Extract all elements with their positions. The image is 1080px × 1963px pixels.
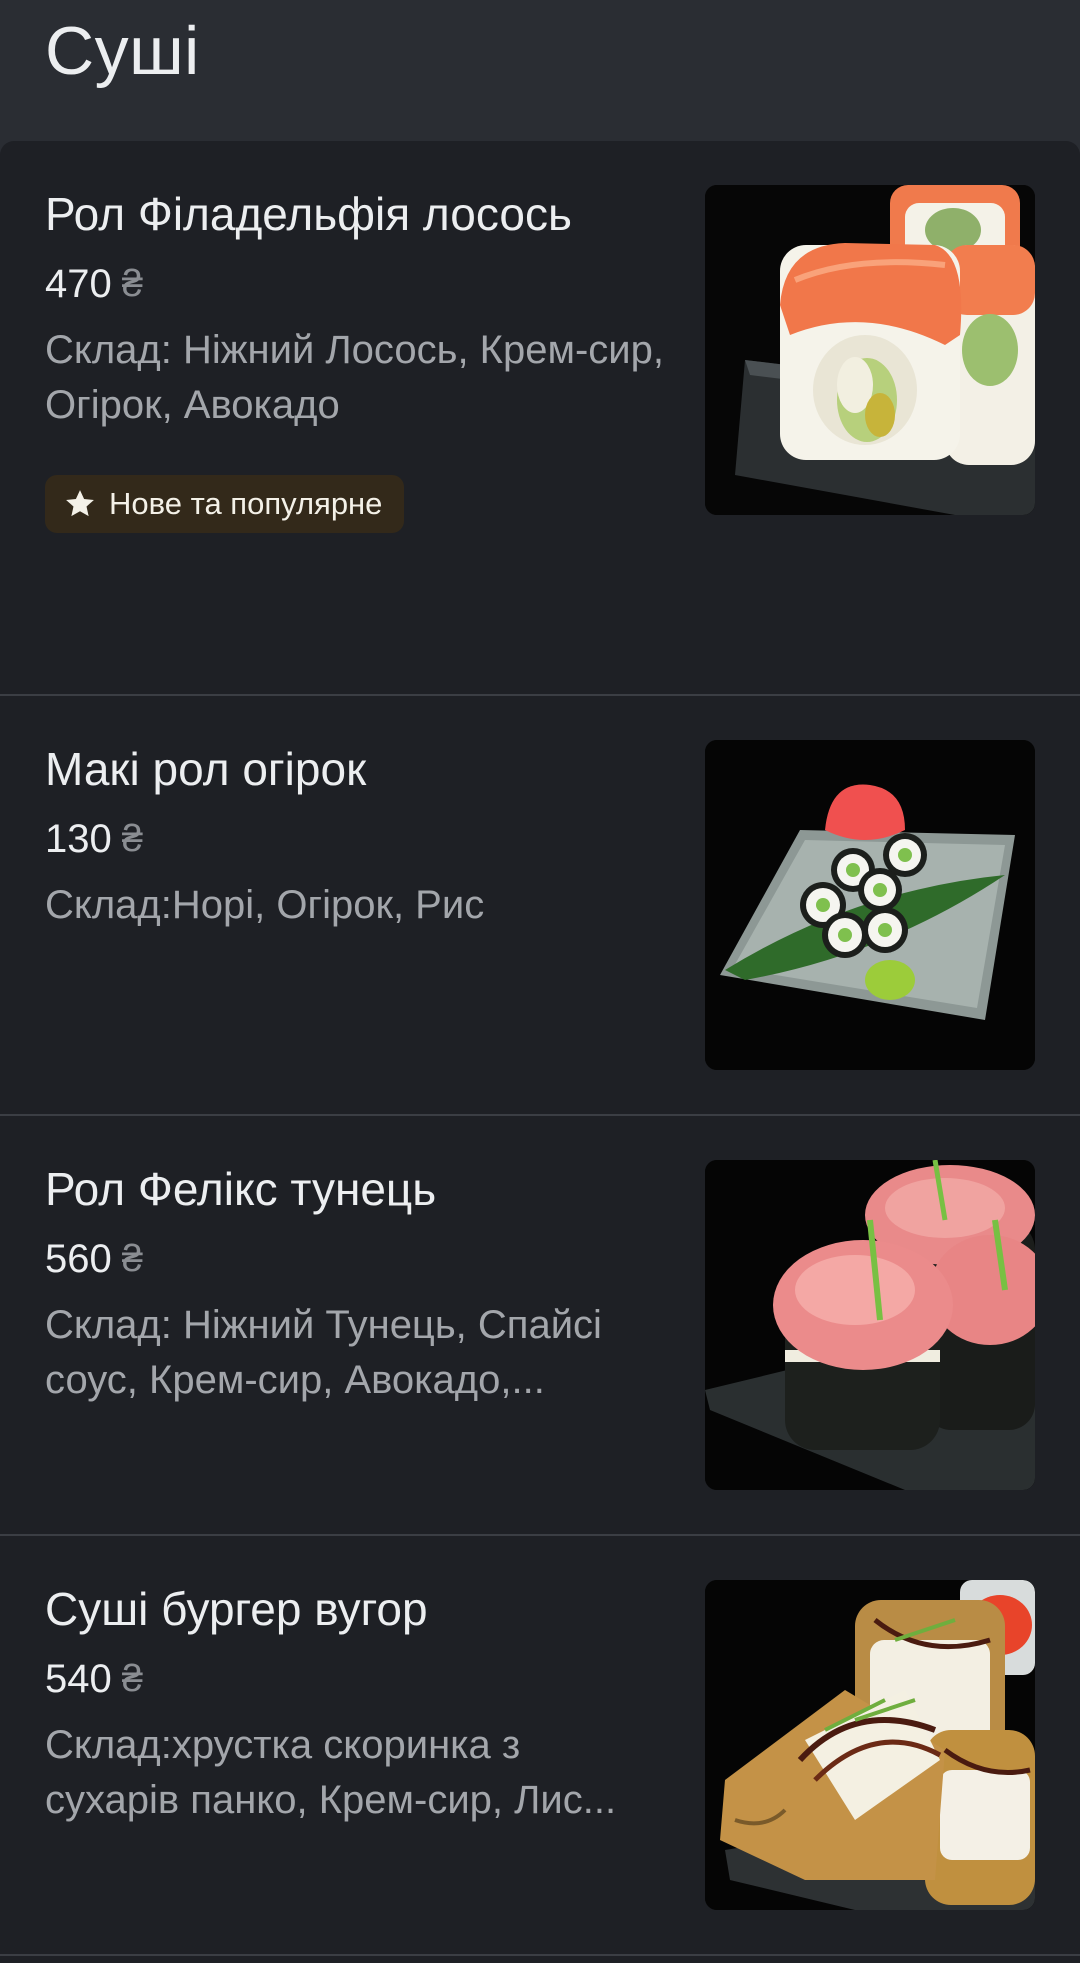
page-title: Суші <box>45 13 200 89</box>
currency-symbol: ₴ <box>121 1238 143 1280</box>
item-photo-sushi-burger <box>705 1580 1035 1910</box>
price-row: 540 ₴ <box>45 1648 665 1710</box>
menu-item-info: Суші бургер вугор 540 ₴ Склад:хрустка ск… <box>45 1576 665 1828</box>
item-description: Склад: Ніжний Лосось, Крем-сир, Огірок, … <box>45 328 664 427</box>
menu-item-maki-cucumber[interactable]: Макі рол огірок 130 ₴ Склад:Норі, Огірок… <box>0 696 1080 1116</box>
menu-item-sushi-burger-eel[interactable]: Суші бургер вугор 540 ₴ Склад:хрустка ск… <box>0 1536 1080 1956</box>
menu-item-list: Рол Філадельфія лосось 470 ₴ Склад: Ніжн… <box>0 141 1080 1963</box>
price-row: 470 ₴ <box>45 253 665 315</box>
item-description: Склад:хрустка скоринка з сухарів панко, … <box>45 1723 617 1822</box>
item-price: 540 <box>45 1657 112 1701</box>
item-name: Рол Філадельфія лосось <box>45 188 572 240</box>
currency-symbol: ₴ <box>121 818 143 860</box>
star-icon <box>66 490 94 517</box>
new-popular-badge: Нове та популярне <box>45 475 405 533</box>
menu-item-info: Рол Філадельфія лосось 470 ₴ Склад: Ніжн… <box>45 181 665 533</box>
item-price: 560 <box>45 1237 112 1281</box>
menu-item-info: Макі рол огірок 130 ₴ Склад:Норі, Огірок… <box>45 736 665 933</box>
item-photo-felix-tuna-roll <box>705 1160 1035 1490</box>
menu-item-felix-tuna[interactable]: Рол Фелікс тунець 560 ₴ Склад: Ніжний Ту… <box>0 1116 1080 1536</box>
menu-item-philadelphia-salmon[interactable]: Рол Філадельфія лосось 470 ₴ Склад: Ніжн… <box>0 141 1080 696</box>
item-name: Рол Фелікс тунець <box>45 1163 437 1215</box>
item-description: Склад: Ніжний Тунець, Спайсі соус, Крем-… <box>45 1303 602 1402</box>
item-name: Суші бургер вугор <box>45 1583 428 1635</box>
item-description: Склад:Норі, Огірок, Рис <box>45 883 485 927</box>
item-photo-philadelphia-roll <box>705 185 1035 515</box>
currency-symbol: ₴ <box>121 263 143 305</box>
item-price: 470 <box>45 262 112 306</box>
item-name: Макі рол огірок <box>45 743 367 795</box>
item-price: 130 <box>45 817 112 861</box>
page-header: Суші <box>0 0 1080 141</box>
price-row: 130 ₴ <box>45 808 665 870</box>
currency-symbol: ₴ <box>121 1658 143 1700</box>
price-row: 560 ₴ <box>45 1228 665 1290</box>
menu-item-info: Рол Фелікс тунець 560 ₴ Склад: Ніжний Ту… <box>45 1156 665 1408</box>
item-photo-maki-roll <box>705 740 1035 1070</box>
badge-label: Нове та популярне <box>109 486 383 521</box>
